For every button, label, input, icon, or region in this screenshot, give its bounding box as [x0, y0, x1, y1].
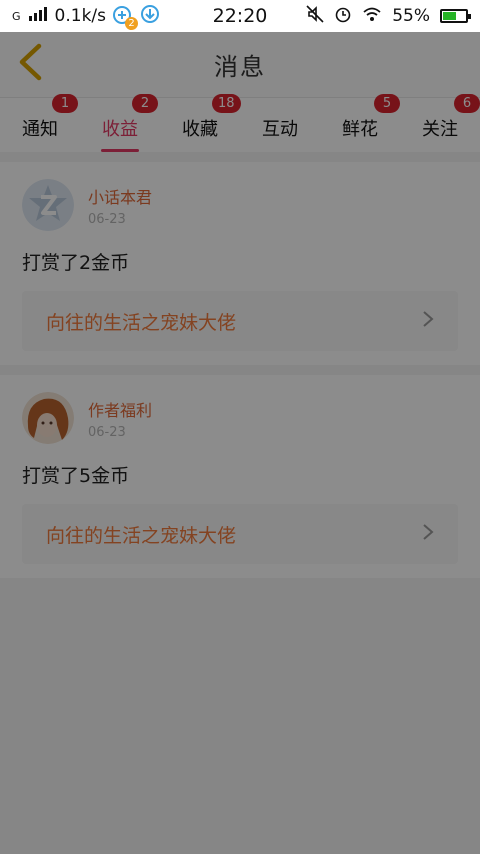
tab-badge: 5	[374, 94, 400, 113]
message-text: 打赏了5金币	[22, 465, 130, 487]
tab-label: 收益	[102, 119, 138, 140]
battery-icon	[440, 9, 471, 23]
avatar[interactable]	[22, 179, 74, 231]
app-screen: 消息 通知 1 收益 2 收藏 18 互动 鲜花 5 关注 6 小话本君 06-…	[0, 32, 480, 854]
message-date: 06-23	[88, 424, 126, 440]
alarm-icon	[334, 5, 352, 28]
tab-label: 互动	[262, 119, 298, 140]
chevron-right-icon	[422, 310, 434, 332]
wifi-icon	[362, 6, 382, 27]
tab-follows[interactable]: 关注 6	[400, 94, 480, 152]
book-title: 向往的生活之宠妹大佬	[46, 524, 237, 547]
tab-badge: 2	[132, 94, 158, 113]
chevron-left-icon	[17, 43, 43, 85]
book-title: 向往的生活之宠妹大佬	[46, 311, 237, 334]
message-card: 小话本君 06-23 打赏了2金币 向往的生活之宠妹大佬	[0, 162, 480, 365]
message-text: 打赏了2金币	[22, 252, 130, 274]
book-link[interactable]: 向往的生活之宠妹大佬	[22, 291, 458, 351]
network-speed: 0.1k/s	[54, 6, 106, 26]
book-link[interactable]: 向往的生活之宠妹大佬	[22, 504, 458, 564]
tab-label: 收藏	[182, 119, 218, 140]
status-bar: G 0.1k/s 2 22:20 55%	[0, 0, 480, 32]
tab-earnings[interactable]: 收益 2	[80, 94, 160, 152]
header: 消息	[0, 32, 480, 98]
tab-label: 鲜花	[342, 119, 378, 140]
message-card: 作者福利 06-23 打赏了5金币 向往的生活之宠妹大佬	[0, 375, 480, 578]
mute-icon	[306, 4, 324, 28]
tab-notifications[interactable]: 通知 1	[0, 94, 80, 152]
username[interactable]: 作者福利	[88, 397, 152, 421]
battery-percent: 55%	[392, 6, 430, 26]
notification-count: 2	[125, 17, 138, 30]
tab-interactions[interactable]: 互动	[240, 98, 320, 152]
username[interactable]: 小话本君	[88, 184, 152, 208]
tab-bar: 通知 1 收益 2 收藏 18 互动 鲜花 5 关注 6	[0, 94, 480, 152]
avatar[interactable]	[22, 392, 74, 444]
download-icon	[140, 4, 160, 29]
tab-favorites[interactable]: 收藏 18	[160, 94, 241, 152]
message-date: 06-23	[88, 211, 126, 227]
page-title: 消息	[214, 53, 266, 81]
active-tab-indicator	[101, 149, 139, 152]
tab-flowers[interactable]: 鲜花 5	[320, 94, 400, 152]
app-notification-icon: 2	[112, 5, 138, 30]
tab-label: 通知	[22, 119, 58, 140]
tab-label: 关注	[422, 119, 458, 140]
tab-badge: 1	[52, 94, 78, 113]
back-button[interactable]	[12, 43, 48, 85]
tab-badge: 18	[212, 94, 241, 113]
tab-badge: 6	[454, 94, 480, 113]
signal-icon	[28, 6, 49, 26]
network-type: G	[12, 9, 21, 23]
chevron-right-icon	[422, 523, 434, 545]
